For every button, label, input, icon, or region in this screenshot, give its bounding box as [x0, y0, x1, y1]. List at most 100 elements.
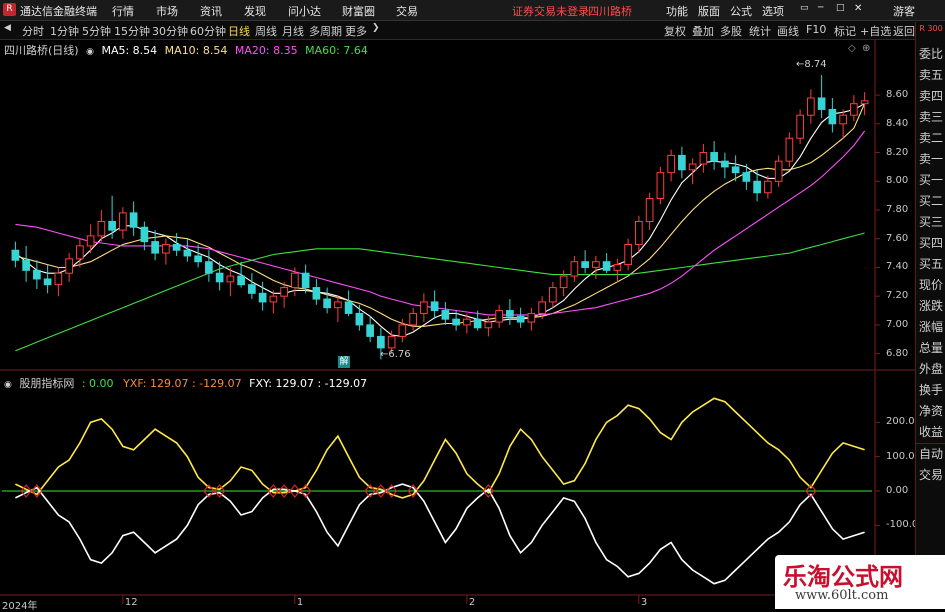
zoom-icon[interactable]: ⊕	[862, 43, 870, 54]
cross-marker	[407, 484, 419, 498]
tool-multistock[interactable]: 多股	[720, 23, 742, 39]
period-1min[interactable]: 1分钟	[50, 23, 79, 39]
period-15min[interactable]: 15分钟	[114, 23, 150, 39]
watermark-url: www.60lt.com	[795, 588, 889, 603]
candle-body	[205, 261, 213, 274]
menu-item-discover[interactable]: 发现	[244, 3, 266, 19]
candle	[312, 278, 321, 305]
minimize-icon[interactable]: ▭	[800, 3, 809, 13]
menu-item-trade[interactable]: 交易	[396, 3, 418, 19]
candle-body	[473, 318, 482, 329]
login-status[interactable]: 证券交易未登录	[512, 3, 589, 19]
tool-back[interactable]: 返回	[893, 23, 915, 39]
cross-marker	[805, 484, 817, 498]
candle-body	[613, 264, 622, 271]
side-top-label: R 300	[919, 24, 943, 33]
guest-label[interactable]: 游客	[893, 3, 915, 19]
candle-body	[344, 301, 353, 314]
more-chevron-icon[interactable]: ❯	[372, 23, 380, 33]
indicator-legend: ◉ 股朋指标网 : 0.00 YXF: 129.07 : -129.07 FXY…	[4, 375, 371, 391]
tool-mark[interactable]: 标记	[834, 23, 856, 39]
candle	[484, 316, 493, 337]
side-item[interactable]: 交易	[916, 465, 945, 486]
period-timeshare[interactable]: 分时	[22, 23, 44, 39]
indicator-name[interactable]: 股朋指标网	[19, 377, 74, 390]
menu-item-market-2[interactable]: 市场	[156, 3, 178, 19]
candle	[817, 74, 826, 119]
period-5min[interactable]: 5分钟	[82, 23, 111, 39]
candle-body	[237, 275, 245, 286]
candle-body	[269, 295, 278, 303]
candle-body	[140, 226, 149, 243]
candle	[506, 299, 514, 325]
candle-body	[807, 97, 815, 116]
menu-item-news[interactable]: 资讯	[200, 3, 222, 19]
tool-overlay[interactable]: 叠加	[692, 23, 714, 39]
period-multi[interactable]: 多周期	[309, 23, 342, 39]
candle	[495, 304, 503, 328]
candle-body	[731, 166, 740, 174]
period-30min[interactable]: 30分钟	[152, 23, 188, 39]
menu-layout[interactable]: 版面	[698, 3, 720, 19]
menu-item-wealth[interactable]: 财富圈	[342, 3, 375, 19]
candle	[291, 267, 299, 297]
menu-formula[interactable]: 公式	[730, 3, 752, 19]
collapse-icon[interactable]: ◀	[4, 23, 11, 33]
candle	[688, 158, 697, 185]
candle	[248, 273, 256, 300]
candle	[624, 238, 632, 271]
side-item: 卖四	[919, 89, 944, 103]
candle-body	[860, 100, 869, 105]
maximize-icon[interactable]: □	[836, 3, 845, 13]
candle-body	[484, 321, 493, 329]
date-label: 2	[468, 597, 476, 608]
side-item: 外盘	[919, 362, 944, 376]
unlock-badge[interactable]: 解	[338, 356, 350, 368]
period-more[interactable]: 更多	[345, 23, 367, 39]
tool-draw[interactable]: 画线	[777, 23, 799, 39]
period-weekly[interactable]: 周线	[255, 23, 277, 39]
candle	[11, 241, 20, 268]
fxy-label: FXY: 129.07	[249, 377, 314, 390]
candle	[731, 155, 740, 182]
candle	[420, 293, 428, 323]
candle-body	[54, 272, 63, 286]
side-item[interactable]: 自动	[916, 443, 945, 465]
close-icon[interactable]: ✕	[854, 3, 862, 14]
diamond-icon[interactable]: ◇	[848, 43, 856, 54]
indicator-settings-icon[interactable]: ◉	[4, 380, 12, 390]
period-60min[interactable]: 60分钟	[190, 23, 226, 39]
app-title: 通达信金融终端	[20, 5, 97, 18]
menu-function[interactable]: 功能	[666, 3, 688, 19]
candle	[452, 310, 460, 331]
candle-body	[398, 324, 407, 337]
side-item: 买四	[919, 236, 944, 250]
quote-side-panel: R 300 委比 卖五 卖四 卖三 卖二 卖一 买一 买二 买三 买四 买五 现价 涨跌 涨幅 总量 外盘 换手…	[915, 22, 945, 609]
candle-body	[33, 269, 41, 280]
tool-f10[interactable]: F10	[806, 23, 826, 36]
candle-body	[301, 272, 310, 289]
candle-body	[828, 108, 837, 125]
legend-toggle-icon[interactable]: ◉	[86, 47, 94, 57]
menu-item-market[interactable]: 行情	[112, 3, 134, 19]
price-tick-label: 7.80	[886, 204, 909, 215]
ma60-label: MA60: 7.64	[305, 44, 368, 57]
restore-icon[interactable]: ─	[818, 3, 823, 13]
cross-marker	[203, 484, 215, 498]
tool-add-watchlist[interactable]: +自选	[860, 23, 891, 39]
period-monthly[interactable]: 月线	[282, 23, 304, 39]
tool-adjust[interactable]: 复权	[664, 23, 686, 39]
cross-marker	[20, 484, 32, 498]
menu-item-ask[interactable]: 问小达	[288, 3, 321, 19]
candle	[570, 255, 579, 282]
side-item: 换手	[919, 383, 944, 397]
candle-body	[581, 261, 589, 268]
candle-body	[172, 243, 181, 251]
candle	[463, 313, 471, 334]
indicator-tick-label: 200.0	[886, 416, 915, 428]
candle	[774, 155, 783, 188]
period-daily[interactable]: 日线	[228, 23, 250, 39]
candle-body	[248, 284, 256, 294]
tool-stats[interactable]: 统计	[749, 23, 771, 39]
menu-options[interactable]: 选项	[762, 3, 784, 19]
